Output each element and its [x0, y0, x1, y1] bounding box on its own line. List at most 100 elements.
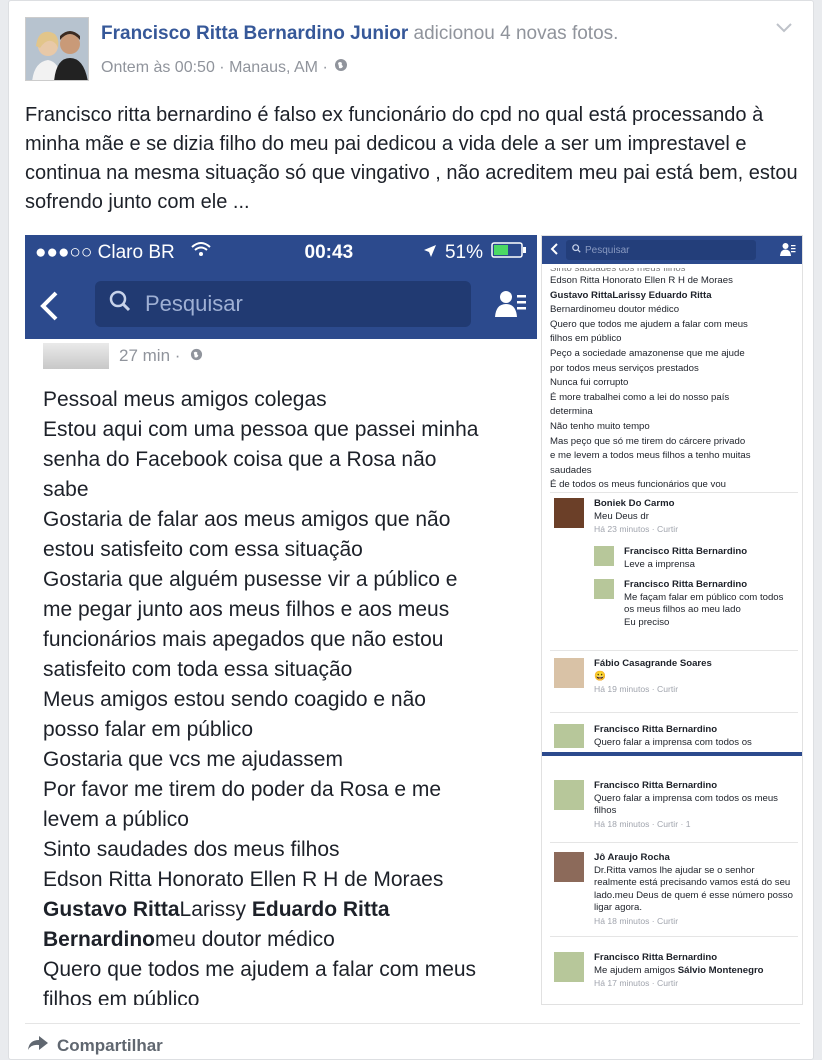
commenter-avatar: [594, 579, 614, 599]
text-line: e me levem a todos meus filhos a tenho m…: [550, 450, 751, 462]
commenter-name: Francisco Ritta Bernardino: [594, 780, 718, 791]
text-line: Edson Ritta Honorato Ellen R H de Moraes: [43, 868, 444, 891]
share-button[interactable]: Compartilhar: [27, 1035, 163, 1056]
post-meta: Ontem às 00:50 · Manaus, AM ·: [101, 58, 348, 77]
search-icon: [109, 290, 131, 318]
comment-plain: Me ajudem amigos: [594, 964, 678, 976]
tagged-name: Sálvio Montenegro: [677, 964, 764, 976]
divider: [550, 936, 798, 937]
text-line: Gustavo RittaLarissy Eduardo Ritta: [550, 289, 712, 301]
battery-icon: [491, 242, 527, 264]
divider: [550, 650, 798, 651]
text-line: Sinto saudades dos meus filhos: [43, 838, 340, 861]
divider: [550, 492, 798, 493]
bold-name: Eduardo Ritta: [251, 898, 390, 921]
search-icon: [572, 244, 581, 256]
text-line: É more trabalhei como a lei do nosso paí…: [550, 391, 730, 403]
comment-time: Há 19 minutos · Curtir: [594, 684, 679, 694]
post-action-text: adicionou 4 novas fotos.: [413, 23, 619, 44]
commenter-name: Francisco Ritta Bernardino: [624, 579, 748, 590]
post-header: Francisco Ritta Bernardino Junior adicio…: [101, 23, 618, 45]
text-line: Bernardinomeu doutor médico: [43, 925, 537, 955]
photo-1[interactable]: ●●●○○ Claro BR 00:43 51% Pesquisar 27 mi…: [25, 235, 537, 1005]
commenter-avatar: [554, 498, 584, 528]
comment: Francisco Ritta Bernardino Quero falar a…: [554, 780, 794, 830]
bold-name: Gustavo Ritta: [43, 898, 180, 921]
location-arrow-icon: [423, 242, 437, 264]
text-line: satisfeito com toda essa situação: [43, 658, 353, 681]
post-timestamp[interactable]: Ontem às 00:50 · Manaus, AM ·: [101, 59, 328, 77]
commenter-avatar: [554, 658, 584, 688]
text-line: me pegar junto aos meus filhos e aos meu…: [43, 598, 450, 621]
share-arrow-icon: [27, 1035, 49, 1056]
inner-post-age: 27 min ·: [119, 346, 181, 365]
text-line: filhos em público: [550, 333, 622, 345]
commenter-avatar: [554, 780, 584, 810]
plain-name: meu doutor médico: [155, 928, 335, 951]
divider: [550, 842, 798, 843]
text-line: por todos meus serviços prestados: [550, 362, 699, 374]
reply: Francisco Ritta Bernardino Me façam fala…: [594, 579, 794, 649]
text-line: Peço a sociedade amazonense que me ajude: [550, 347, 745, 359]
comment-text: Dr.Ritta vamos lhe ajudar se o senhor re…: [594, 864, 793, 914]
commenter-name: Francisco Ritta Bernardino: [594, 724, 718, 735]
chevron-down-icon[interactable]: [775, 21, 793, 39]
comment: Jô Araujo Rocha Dr.Ritta vamos lhe ajuda…: [554, 852, 794, 932]
commenter-avatar: [554, 852, 584, 882]
text-line: Não tenho muito tempo: [550, 420, 650, 432]
back-chevron-icon: [550, 242, 558, 258]
commenter-name: Boniek Do Carmo: [594, 498, 675, 509]
comment-time: Há 18 minutos · Curtir · 1: [594, 818, 691, 829]
text-line: determina: [550, 406, 593, 418]
comment-time: Há 23 minutos · Curtir: [594, 524, 679, 534]
commenter-name: Francisco Ritta Bernardino: [594, 952, 718, 963]
bold-name: Bernardino: [43, 928, 156, 951]
text-line: Quero que todos me ajudem a falar com me…: [550, 318, 748, 330]
text-line: filhos em público: [43, 988, 200, 1005]
text-line: posso falar em público: [43, 718, 254, 741]
commenter-name: Jô Araujo Rocha: [594, 852, 670, 863]
search-field[interactable]: Pesquisar: [95, 281, 471, 327]
comment-text: 😀: [594, 670, 606, 682]
search-placeholder: Pesquisar: [145, 291, 243, 316]
battery-percent: 51%: [444, 242, 483, 263]
carrier-label: ●●●○○ Claro BR: [35, 242, 175, 263]
text-line: É de todos os meus funcionários que vou: [550, 479, 726, 491]
comment-time: Há 17 minutos · Curtir: [594, 978, 679, 988]
friend-requests-icon: [780, 242, 796, 260]
text-line: Quero que todos me ajudem a falar com me…: [43, 958, 477, 981]
photo-2[interactable]: Pesquisar Sinto saudades dos meus filhos…: [541, 235, 803, 1005]
text-line: Mas peço que só me tirem do cárcere priv…: [550, 435, 746, 447]
text-line: Gustavo RittaLarissy Eduardo Ritta: [43, 895, 537, 925]
wifi-icon: [190, 241, 212, 265]
friend-requests-icon[interactable]: [495, 289, 527, 324]
post-status-text: Francisco ritta bernardino é falso ex fu…: [25, 104, 798, 213]
text-line: Meus amigos estou sendo coagido e não: [43, 688, 426, 711]
text-line: saudades: [550, 464, 592, 476]
comment-text: Meu Deus dr: [594, 510, 649, 522]
comment-text: Quero falar a imprensa com todos os: [594, 736, 752, 748]
commenter-avatar: [554, 724, 584, 748]
inner-post-meta: 27 min ·: [43, 343, 203, 369]
text-line: Gostaria de falar aos meus amigos que nã…: [43, 508, 451, 531]
commenter-avatar: [554, 952, 584, 982]
author-name-link[interactable]: Francisco Ritta Bernardino Junior: [101, 23, 408, 44]
ios-status-bar: ●●●○○ Claro BR 00:43 51%: [25, 235, 537, 271]
inner-avatar: [43, 343, 109, 369]
text-line: Estou aqui com uma pessoa que passei min…: [43, 418, 479, 441]
photo-seam: [542, 752, 802, 756]
globe-icon: [190, 346, 203, 366]
globe-icon[interactable]: [334, 58, 348, 77]
text-line: Bernardinomeu doutor médico: [550, 304, 680, 316]
comment-text: Quero falar a imprensa com todos os meus…: [594, 792, 778, 817]
clock-label: 00:43: [304, 242, 354, 263]
comment: Fábio Casagrande Soares 😀 Há 19 minutos …: [554, 658, 794, 698]
author-avatar[interactable]: [25, 17, 89, 81]
text-line: Edson Ritta Honorato Ellen R H de Moraes: [550, 275, 733, 286]
comment: Francisco Ritta Bernardino Me ajudem ami…: [554, 952, 794, 1002]
comment-text: Me ajudem amigos Sálvio Montenegro: [594, 965, 794, 978]
text-line: estou satisfeito com essa situação: [43, 538, 363, 561]
comment-text: Me façam falar em público com todos os m…: [624, 591, 784, 616]
fb-nav-bar: Pesquisar: [25, 271, 537, 339]
back-chevron-icon[interactable]: [39, 291, 59, 326]
